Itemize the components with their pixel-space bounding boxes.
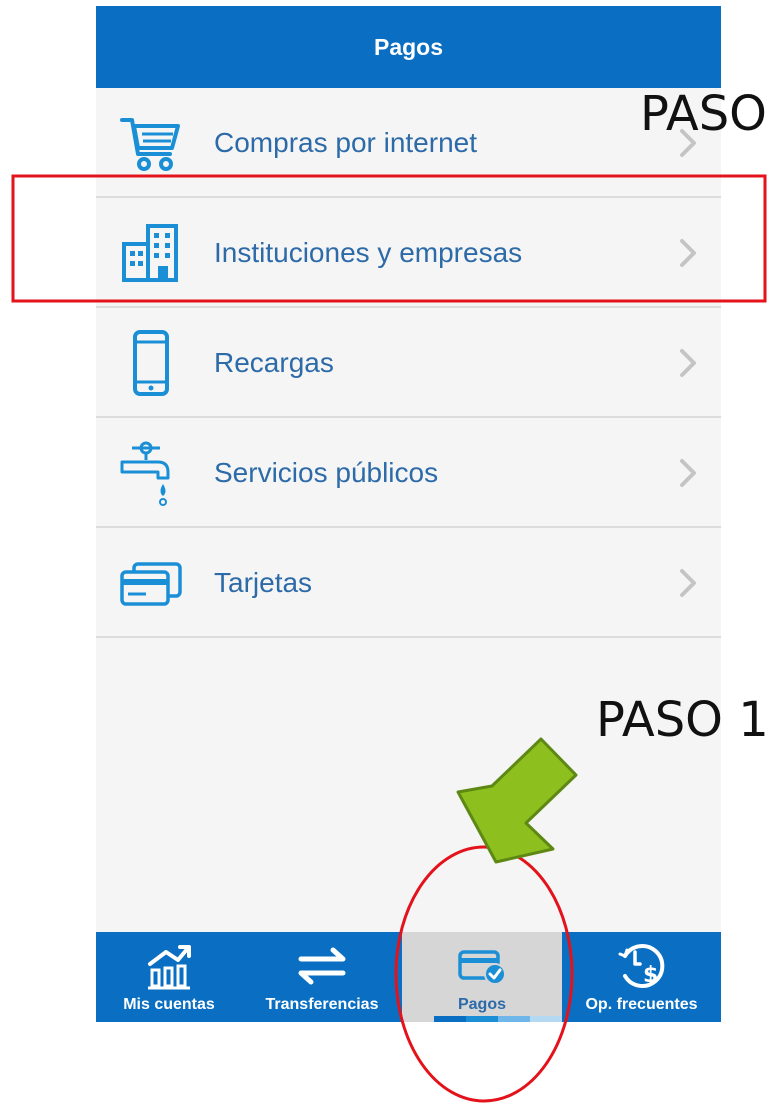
credit-cards-icon [118, 550, 184, 616]
page-title: Pagos [373, 33, 444, 60]
swap-arrows-icon [298, 947, 346, 985]
tab-transferencias[interactable]: Transferencias [242, 932, 402, 1022]
clock-dollar-icon: $ [618, 944, 664, 988]
tab-pagos[interactable]: Pagos [402, 932, 562, 1022]
menu-item-compras-por-internet[interactable]: Compras por internet [96, 88, 721, 198]
menu-item-recargas[interactable]: Recargas [96, 308, 721, 418]
tab-op-frecuentes[interactable]: $ Op. frecuentes [562, 932, 721, 1022]
step-annotation-bottom: PASO 1 [596, 692, 769, 748]
menu-item-instituciones-y-empresas[interactable]: Instituciones y empresas [96, 198, 721, 308]
bottom-tab-bar: Mis cuentas Transferencias Pagos $ Op. f… [96, 932, 721, 1022]
chevron-right-icon [680, 459, 696, 487]
tab-label: Pagos [457, 996, 506, 1013]
app-header: Pagos [96, 6, 721, 88]
tab-label: Transferencias [265, 996, 379, 1013]
menu-item-label: Compras por internet [214, 127, 478, 158]
building-icon [118, 220, 184, 286]
chevron-right-icon [680, 569, 696, 597]
payments-menu: Compras por internet Instituciones y emp… [96, 88, 721, 638]
menu-item-label: Servicios públicos [214, 457, 439, 488]
step-annotation-top: PASO [640, 86, 767, 142]
tab-label: Mis cuentas [123, 996, 215, 1013]
tab-label: Op. frecuentes [585, 996, 698, 1013]
app-screen: Pagos Compras por internet Instituciones… [96, 6, 721, 1022]
chevron-right-icon [680, 349, 696, 377]
screenshot-stage: Pagos Compras por internet Instituciones… [0, 0, 769, 1106]
mobile-phone-icon [118, 330, 184, 396]
shopping-cart-icon [118, 110, 184, 176]
menu-item-label: Recargas [214, 347, 334, 378]
water-faucet-icon [118, 440, 184, 506]
chevron-right-icon [680, 239, 696, 267]
card-check-icon [458, 950, 506, 985]
tab-mis-cuentas[interactable]: Mis cuentas [96, 932, 242, 1022]
menu-item-label: Tarjetas [214, 567, 313, 598]
svg-text:$: $ [643, 963, 658, 988]
menu-item-tarjetas[interactable]: Tarjetas [96, 528, 721, 638]
menu-item-servicios-publicos[interactable]: Servicios públicos [96, 418, 721, 528]
active-tab-indicator [402, 1016, 562, 1022]
bank-chart-icon [148, 945, 191, 990]
menu-item-label: Instituciones y empresas [214, 237, 523, 268]
